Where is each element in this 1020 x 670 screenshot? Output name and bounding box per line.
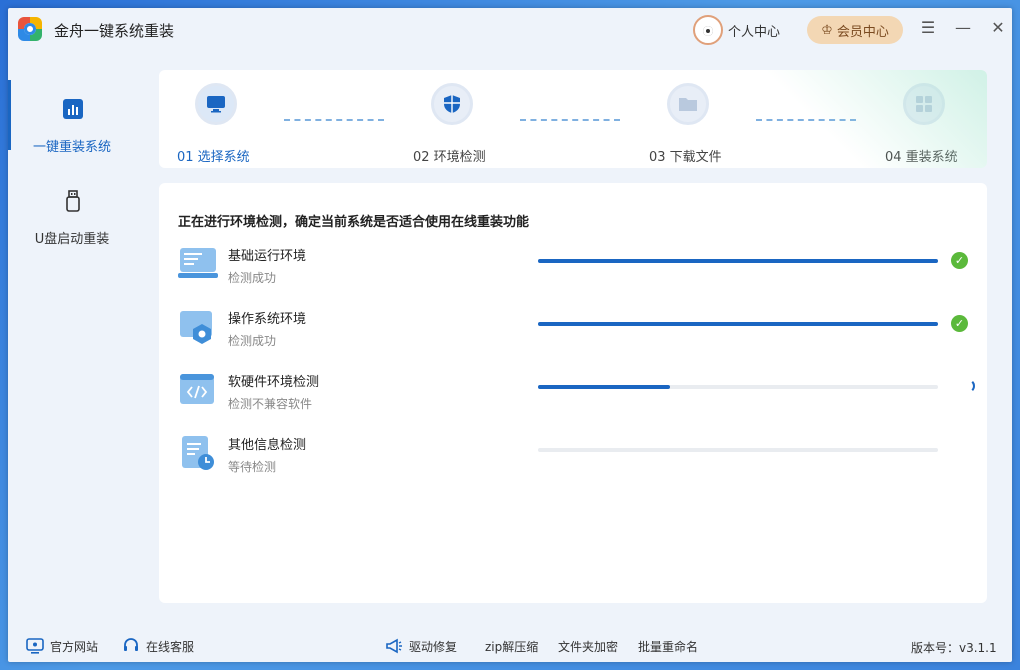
app-window: 金舟一键系统重装 个人中心 ♔ 会员中心 ☰ — ✕ 一键重装系统 U盘启动重装… [8,8,1012,662]
progress-bar [538,385,938,389]
check-status: 等待检测 [228,460,277,474]
page-title: 正在进行环境检测，确定当前系统是否适合使用在线重装功能 [178,215,530,230]
step-label: 04 重装系统 [885,150,958,165]
progress-fill [538,322,938,326]
close-icon[interactable]: ✕ [988,18,1008,38]
step-connector [756,119,856,121]
headset-icon [124,638,138,651]
app-title: 金舟一键系统重装 [54,22,175,40]
progress-fill [538,259,938,263]
version-label: 版本号：v3.1.1 [911,641,997,655]
laptop-icon [178,248,218,278]
footer-bar: 官方网站 在线客服 驱动修复 zip解压缩 文件夹加密 批量重命名 版本号：v3… [8,630,1012,662]
check-row-os-env: 操作系统环境 检测成功 ✓ [178,308,978,360]
footer-official-site-link[interactable]: 官方网站 [26,636,98,656]
vip-center-button[interactable]: ♔ 会员中心 [807,16,903,44]
footer-batch-rename-link[interactable]: 批量重命名 [638,636,698,656]
footer-link-label: 在线客服 [146,639,195,654]
sidebar-item-one-click-reinstall[interactable]: 一键重装系统 [8,52,136,155]
progress-bar [538,259,938,263]
footer-link-label: 驱动修复 [409,639,458,654]
check-name: 基础运行环境 [228,249,307,264]
step-download-files: 03 下载文件 [649,70,769,168]
check-status: 检测不兼容软件 [228,397,313,411]
sidebar-item-usb-reinstall[interactable]: U盘启动重装 [8,162,136,247]
loading-spinner-icon [961,379,975,393]
footer-link-label: 文件夹加密 [558,639,619,654]
vip-center-label: 会员中心 [836,24,889,40]
step-connector [284,119,384,121]
code-window-icon [180,374,214,404]
check-row-basic-env: 基础运行环境 检测成功 ✓ [178,245,978,297]
step-reinstall-system: 04 重装系统 [885,70,987,168]
step-label: 03 下载文件 [649,150,722,165]
step-label: 02 环境检测 [413,150,486,165]
chart-bars-icon [63,99,83,119]
step-env-check: 02 环境检测 [413,70,533,168]
app-logo-icon [18,17,42,41]
usb-drive-icon [66,190,80,212]
footer-link-label: 批量重命名 [638,639,699,654]
check-row-software-hardware: 软硬件环境检测 检测不兼容软件 [178,371,978,423]
check-name: 其他信息检测 [228,438,307,453]
folder-icon [667,83,709,125]
step-label: 01 选择系统 [177,150,250,165]
sidebar-item-label: 一键重装系统 [32,140,111,155]
check-success-icon: ✓ [951,315,968,332]
progress-bar [538,322,938,326]
check-status: 检测成功 [228,271,277,285]
crown-icon: ♔ [821,22,833,38]
check-success-icon: ✓ [951,252,968,269]
menu-icon[interactable]: ☰ [918,18,938,38]
title-bar: 金舟一键系统重装 个人中心 ♔ 会员中心 ☰ — ✕ [8,8,1012,52]
footer-link-label: zip解压缩 [485,639,539,654]
check-status: 检测成功 [228,334,277,348]
check-name: 操作系统环境 [228,312,307,327]
footer-driver-repair-link[interactable]: 驱动修复 [385,636,457,656]
check-row-other-info: 其他信息检测 等待检测 [178,434,978,486]
step-connector [520,119,620,121]
sidebar: 一键重装系统 U盘启动重装 [8,52,136,630]
megaphone-icon [386,638,402,654]
footer-link-label: 官方网站 [50,639,99,654]
doc-clock-icon [182,436,214,470]
progress-bar [538,448,938,452]
user-avatar[interactable] [693,15,723,45]
progress-fill [538,385,670,389]
check-name: 软硬件环境检测 [228,375,320,390]
shield-icon [431,83,473,125]
user-center-link[interactable]: 个人中心 [728,21,780,40]
steps-progress-card: 01 选择系统 02 环境检测 03 下载文件 04 重装系统 [159,70,987,168]
footer-online-service-link[interactable]: 在线客服 [122,636,194,656]
monitor-link-icon [26,638,44,654]
footer-folder-encrypt-link[interactable]: 文件夹加密 [558,636,618,656]
env-check-panel: 正在进行环境检测，确定当前系统是否适合使用在线重装功能 基础运行环境 检测成功 … [159,183,987,603]
footer-zip-link[interactable]: zip解压缩 [485,636,538,656]
minimize-icon[interactable]: — [953,18,973,38]
monitor-icon [195,83,237,125]
windows-icon [903,83,945,125]
os-gear-icon [180,311,212,344]
step-select-system: 01 选择系统 [177,70,297,168]
sidebar-item-label: U盘启动重装 [34,232,110,247]
